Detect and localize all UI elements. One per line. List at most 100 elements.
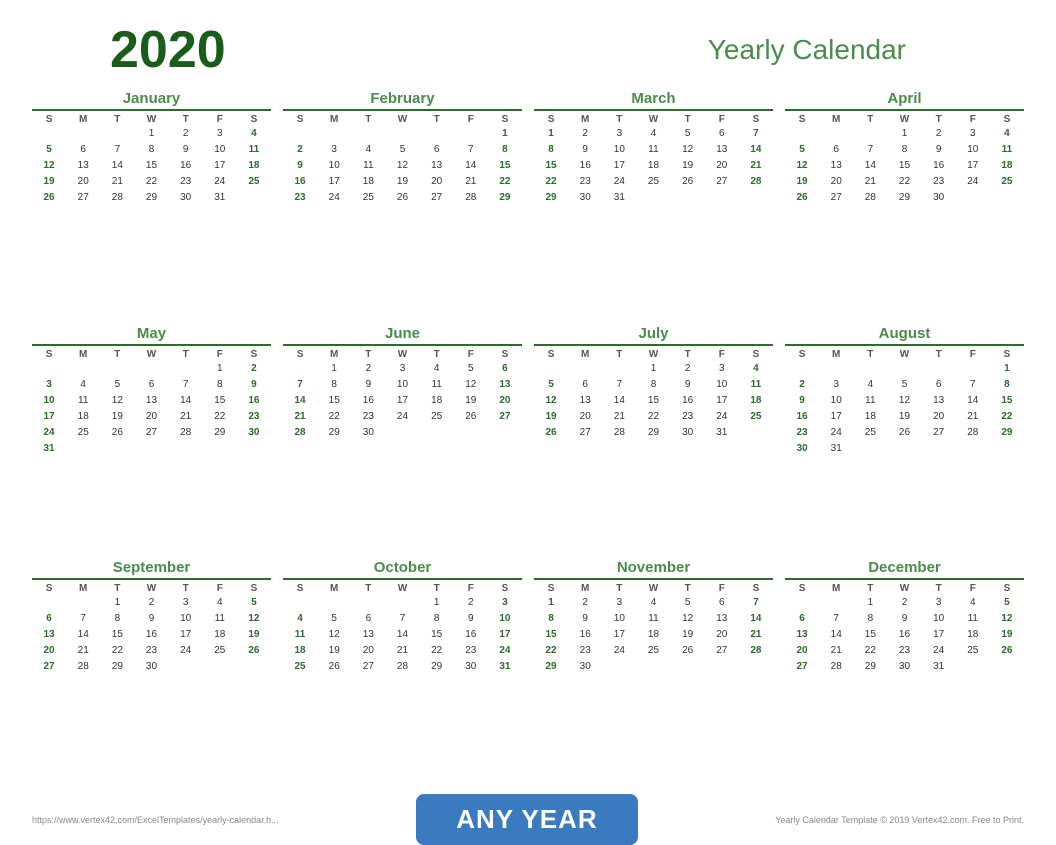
day-header: S — [785, 582, 819, 595]
day-cell: 25 — [203, 643, 237, 659]
day-grid: SMTWTFS123456789101112131415161718192021… — [785, 348, 1024, 457]
day-header: T — [351, 348, 385, 361]
day-cell: 26 — [887, 425, 921, 441]
day-cell — [705, 659, 739, 675]
day-header: F — [454, 348, 488, 361]
day-cell: 26 — [454, 409, 488, 425]
day-grid: SMTWTFS123456789101112131415161718192021… — [32, 348, 271, 457]
day-cell: 27 — [66, 190, 100, 206]
day-cell: 27 — [488, 409, 522, 425]
day-cell: 11 — [283, 627, 317, 643]
day-cell: 4 — [990, 126, 1024, 142]
day-cell: 22 — [853, 643, 887, 659]
day-cell: 31 — [922, 659, 956, 675]
day-cell: 12 — [887, 393, 921, 409]
day-cell: 12 — [32, 158, 66, 174]
day-cell: 1 — [990, 361, 1024, 377]
day-cell: 23 — [785, 425, 819, 441]
day-header: F — [203, 348, 237, 361]
day-cell: 23 — [351, 409, 385, 425]
day-cell: 24 — [602, 643, 636, 659]
day-cell: 2 — [134, 595, 168, 611]
day-cell: 8 — [100, 611, 134, 627]
day-cell: 1 — [636, 361, 670, 377]
day-cell: 27 — [420, 190, 454, 206]
day-cell: 6 — [134, 377, 168, 393]
day-cell: 29 — [488, 190, 522, 206]
day-cell: 25 — [853, 425, 887, 441]
day-cell: 15 — [488, 158, 522, 174]
day-cell: 29 — [534, 659, 568, 675]
day-cell: 13 — [785, 627, 819, 643]
day-cell — [534, 361, 568, 377]
day-cell — [283, 126, 317, 142]
day-header: S — [739, 113, 773, 126]
day-cell: 2 — [785, 377, 819, 393]
day-cell — [100, 441, 134, 457]
day-cell: 12 — [671, 142, 705, 158]
day-cell: 21 — [100, 174, 134, 190]
day-cell: 30 — [454, 659, 488, 675]
day-cell: 17 — [705, 393, 739, 409]
day-header: S — [488, 348, 522, 361]
day-cell: 21 — [819, 643, 853, 659]
day-cell: 17 — [169, 627, 203, 643]
day-cell: 4 — [420, 361, 454, 377]
day-header: T — [100, 582, 134, 595]
day-cell: 8 — [990, 377, 1024, 393]
day-cell: 13 — [705, 142, 739, 158]
day-header: T — [169, 113, 203, 126]
day-cell: 14 — [819, 627, 853, 643]
day-cell — [488, 425, 522, 441]
day-cell: 8 — [534, 611, 568, 627]
day-cell: 13 — [32, 627, 66, 643]
day-cell: 13 — [819, 158, 853, 174]
day-header: M — [317, 348, 351, 361]
day-cell: 2 — [922, 126, 956, 142]
day-cell: 18 — [283, 643, 317, 659]
day-cell: 2 — [454, 595, 488, 611]
day-grid: SMTWTFS123456789101112131415161718192021… — [534, 113, 773, 206]
day-cell: 16 — [568, 158, 602, 174]
day-header: T — [853, 582, 887, 595]
day-cell: 26 — [534, 425, 568, 441]
day-cell: 4 — [636, 126, 670, 142]
day-cell: 28 — [454, 190, 488, 206]
day-cell: 1 — [488, 126, 522, 142]
day-cell: 25 — [636, 174, 670, 190]
day-cell: 11 — [203, 611, 237, 627]
month-name: July — [534, 325, 773, 346]
day-cell — [853, 126, 887, 142]
day-cell: 23 — [568, 174, 602, 190]
day-header: W — [134, 348, 168, 361]
day-cell: 21 — [385, 643, 419, 659]
day-cell — [568, 361, 602, 377]
day-cell: 9 — [568, 142, 602, 158]
day-header: M — [568, 348, 602, 361]
day-cell: 20 — [32, 643, 66, 659]
day-cell: 3 — [602, 126, 636, 142]
day-cell: 15 — [134, 158, 168, 174]
day-cell: 1 — [887, 126, 921, 142]
day-cell: 26 — [100, 425, 134, 441]
day-cell — [990, 190, 1024, 206]
day-cell: 4 — [66, 377, 100, 393]
day-cell: 6 — [66, 142, 100, 158]
day-cell: 24 — [922, 643, 956, 659]
footer: https://www.vertex42.com/ExcelTemplates/… — [30, 794, 1026, 845]
month-name: October — [283, 559, 522, 580]
day-cell — [990, 659, 1024, 675]
day-header: S — [32, 113, 66, 126]
day-cell: 22 — [317, 409, 351, 425]
day-cell — [922, 441, 956, 457]
day-cell: 15 — [317, 393, 351, 409]
day-cell: 30 — [237, 425, 271, 441]
day-header: W — [385, 582, 419, 595]
day-cell: 7 — [169, 377, 203, 393]
day-cell: 18 — [351, 174, 385, 190]
day-cell: 30 — [887, 659, 921, 675]
day-cell: 16 — [671, 393, 705, 409]
day-cell: 3 — [203, 126, 237, 142]
day-cell: 21 — [169, 409, 203, 425]
day-cell: 8 — [636, 377, 670, 393]
